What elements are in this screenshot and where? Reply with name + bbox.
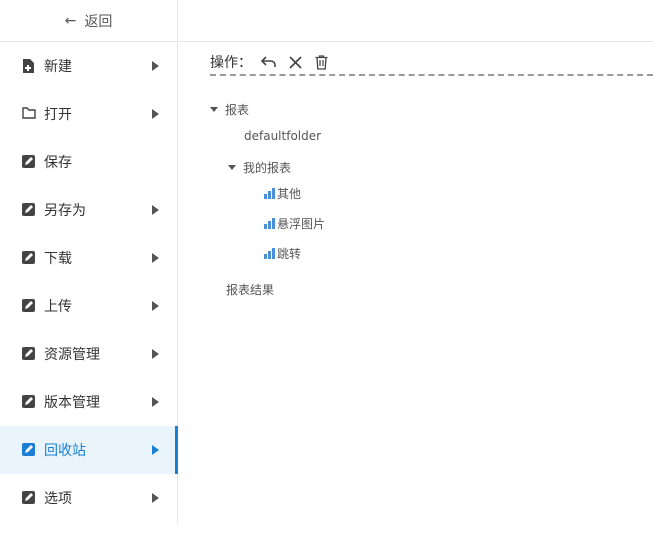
caret-right-icon — [152, 301, 159, 311]
caret-right-icon — [152, 253, 159, 263]
undo-icon[interactable] — [260, 53, 278, 71]
file-plus-icon — [22, 59, 36, 73]
bar-chart-icon — [264, 248, 275, 259]
tree-node-label: 报表 — [225, 103, 250, 117]
tree-node-defaultfolder[interactable]: defaultfolder — [244, 129, 321, 143]
edit-icon — [22, 299, 36, 313]
menu-item-open[interactable]: 打开 — [0, 90, 177, 138]
tree-node-label: 其他 — [277, 187, 302, 201]
menu-item-label: 上传 — [44, 299, 72, 315]
tree-node-label: 报表结果 — [226, 283, 275, 297]
sidebar: ← 返回 新建 打开 保存 另存为 下载 上传 资源管理 版本管理 回收站 选项 — [0, 0, 178, 524]
caret-down-icon[interactable] — [228, 165, 236, 170]
caret-right-icon — [152, 109, 159, 119]
tree-node-label: 跳转 — [277, 247, 302, 261]
caret-down-icon[interactable] — [210, 107, 218, 112]
bar-chart-icon — [264, 218, 275, 229]
trash-icon[interactable] — [312, 53, 330, 71]
folder-icon — [22, 107, 36, 121]
tree-node-label: defaultfolder — [244, 129, 322, 143]
caret-right-icon — [152, 493, 159, 503]
menu-item-label: 打开 — [44, 107, 72, 123]
edit-icon — [22, 347, 36, 361]
caret-right-icon — [152, 61, 159, 71]
menu-item-label: 资源管理 — [44, 347, 100, 363]
menu-item-label: 保存 — [44, 155, 72, 171]
back-button[interactable]: ← 返回 — [0, 0, 177, 42]
menu-item-new[interactable]: 新建 — [0, 42, 177, 90]
main-panel: 操作： 报表 defaultfolder 我的报表 其他 悬浮图片 跳转 报表结… — [179, 0, 653, 538]
tree-node-label: 悬浮图片 — [277, 217, 326, 231]
close-icon[interactable] — [286, 53, 304, 71]
tree-node-report[interactable]: 跳转 — [264, 245, 301, 262]
menu-item-download[interactable]: 下载 — [0, 234, 177, 282]
caret-right-icon — [152, 205, 159, 215]
bar-chart-icon — [264, 188, 275, 199]
edit-icon — [22, 155, 36, 169]
menu-item-label: 回收站 — [44, 443, 86, 459]
menu-item-label: 新建 — [44, 59, 72, 75]
caret-right-icon — [152, 445, 159, 455]
edit-icon — [22, 491, 36, 505]
menu-item-label: 另存为 — [44, 203, 86, 219]
tree-node-my-reports[interactable]: 我的报表 — [228, 159, 291, 176]
operations-label: 操作： — [210, 55, 252, 71]
edit-icon — [22, 395, 36, 409]
menu-item-save-as[interactable]: 另存为 — [0, 186, 177, 234]
tree-node-report-results[interactable]: 报表结果 — [226, 281, 274, 298]
back-label: 返回 — [84, 13, 113, 30]
menu-item-options[interactable]: 选项 — [0, 474, 177, 522]
menu-item-label: 下载 — [44, 251, 72, 267]
menu-item-label: 选项 — [44, 491, 72, 507]
menu-item-resource-management[interactable]: 资源管理 — [0, 330, 177, 378]
tree-node-report[interactable]: 其他 — [264, 185, 301, 202]
operations-toolbar: 操作： — [210, 50, 653, 76]
caret-right-icon — [152, 349, 159, 359]
tree-node-reports[interactable]: 报表 — [210, 101, 249, 118]
caret-right-icon — [152, 397, 159, 407]
edit-icon — [22, 443, 36, 457]
menu-item-version-management[interactable]: 版本管理 — [0, 378, 177, 426]
edit-icon — [22, 203, 36, 217]
menu-item-label: 版本管理 — [44, 395, 100, 411]
divider — [179, 41, 653, 42]
tree-node-label: 我的报表 — [243, 161, 292, 175]
menu-item-upload[interactable]: 上传 — [0, 282, 177, 330]
edit-icon — [22, 251, 36, 265]
tree-node-report[interactable]: 悬浮图片 — [264, 215, 325, 232]
menu-item-recycle-bin[interactable]: 回收站 — [0, 426, 178, 474]
arrow-left-icon: ← — [64, 12, 77, 29]
menu-item-save[interactable]: 保存 — [0, 138, 177, 186]
